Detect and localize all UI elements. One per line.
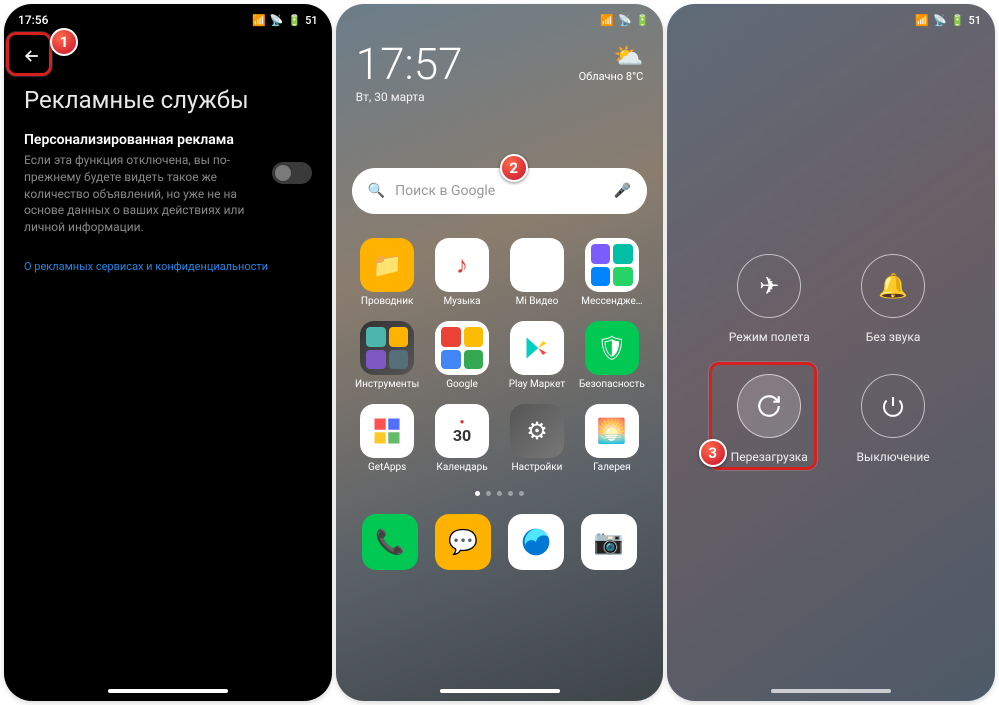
- reboot-button[interactable]: Перезагрузка 3: [731, 374, 808, 464]
- status-icons: 📶 📡 🔋 51: [915, 14, 981, 27]
- personalized-ads-title: Персонализированная реклама: [24, 132, 258, 148]
- google-folder-icon: [435, 321, 489, 375]
- settings-title: Рекламные службы: [4, 86, 332, 132]
- dock: 📞 💬 📷: [336, 504, 664, 592]
- home-date[interactable]: Вт, 30 марта: [356, 90, 463, 104]
- status-time: 17:56: [18, 13, 48, 27]
- tools-folder-icon: [360, 321, 414, 375]
- home-clock[interactable]: 17:57: [356, 42, 463, 86]
- silent-button[interactable]: 🔔 Без звука: [861, 254, 925, 344]
- nav-bar-indicator[interactable]: [108, 689, 228, 693]
- back-button[interactable]: [16, 40, 48, 78]
- security-icon: 🛡: [585, 321, 639, 375]
- app-calendar[interactable]: ●30Календарь: [429, 404, 496, 473]
- nav-bar-indicator[interactable]: [771, 689, 891, 693]
- search-icon: 🔍: [368, 183, 385, 199]
- folder-icon: 📁: [360, 238, 414, 292]
- camera-icon: 📷: [581, 514, 637, 570]
- status-icons: 📶 📡 🔋 51: [252, 14, 318, 27]
- signal-icon: 📶: [915, 14, 929, 27]
- wifi-icon: 📡: [270, 14, 284, 27]
- app-mi-video[interactable]: ▶Mi Видео: [504, 238, 571, 307]
- google-search-bar[interactable]: 🔍 Поиск в Google 🎤: [352, 168, 648, 214]
- app-tools-folder[interactable]: Инструменты: [354, 321, 421, 390]
- battery-text: 51: [969, 14, 982, 27]
- battery-icon: 🔋: [636, 14, 650, 27]
- status-icons: 📶 📡 🔋: [600, 14, 649, 27]
- app-play-store[interactable]: Play Маркет: [504, 321, 571, 390]
- callout-1: 1: [50, 28, 78, 56]
- personalized-ads-row[interactable]: Персонализированная реклама Если эта фун…: [4, 132, 332, 236]
- power-menu-screen: 📶 📡 🔋 51 ✈ Режим полета 🔔 Без звука Пере…: [667, 4, 995, 701]
- status-bar: 📶 📡 🔋 51: [667, 4, 995, 36]
- dock-messages[interactable]: 💬: [435, 514, 491, 570]
- app-grid: 📁Проводник ♪Музыка ▶Mi Видео Мессендже… …: [336, 228, 664, 483]
- music-icon: ♪: [435, 238, 489, 292]
- weather-widget[interactable]: ⛅ Облачно 8°C: [579, 42, 644, 83]
- calendar-icon: ●30: [435, 404, 489, 458]
- getapps-icon: [360, 404, 414, 458]
- clock-weather-row: 17:57 Вт, 30 марта ⛅ Облачно 8°C: [336, 36, 664, 108]
- settings-icon: ⚙: [510, 404, 564, 458]
- phone-icon: 📞: [362, 514, 418, 570]
- settings-screen: 17:56 📶 📡 🔋 51 1 Рекламные службы Персон…: [4, 4, 332, 701]
- gallery-icon: 🌅: [585, 404, 639, 458]
- app-file-manager[interactable]: 📁Проводник: [354, 238, 421, 307]
- callout-2: 2: [500, 154, 528, 182]
- callout-3: 3: [699, 439, 727, 467]
- dock-browser[interactable]: [508, 514, 564, 570]
- voice-search-icon[interactable]: 🎤: [614, 183, 631, 199]
- app-settings[interactable]: ⚙Настройки: [504, 404, 571, 473]
- status-bar: 📶 📡 🔋: [336, 4, 664, 36]
- dock-camera[interactable]: 📷: [581, 514, 637, 570]
- dock-phone[interactable]: 📞: [362, 514, 418, 570]
- messenger-icon: [585, 238, 639, 292]
- browser-icon: [508, 514, 564, 570]
- weather-text: Облачно 8°C: [579, 70, 644, 83]
- nav-bar-indicator[interactable]: [440, 689, 560, 693]
- airplane-icon: ✈: [737, 254, 801, 318]
- app-security[interactable]: 🛡Безопасность: [578, 321, 645, 390]
- signal-icon: 📶: [600, 14, 614, 27]
- app-getapps[interactable]: GetApps: [354, 404, 421, 473]
- app-messenger[interactable]: Мессендже…: [578, 238, 645, 307]
- app-music[interactable]: ♪Музыка: [429, 238, 496, 307]
- battery-text: 51: [305, 14, 318, 27]
- wifi-icon: 📡: [933, 14, 947, 27]
- reboot-icon: [737, 374, 801, 438]
- wifi-icon: 📡: [618, 14, 632, 27]
- power-menu-grid: ✈ Режим полета 🔔 Без звука Перезагрузка …: [667, 254, 995, 464]
- battery-icon: 🔋: [287, 14, 301, 27]
- power-icon: [861, 374, 925, 438]
- video-icon: ▶: [510, 238, 564, 292]
- messages-icon: 💬: [435, 514, 491, 570]
- airplane-mode-button[interactable]: ✈ Режим полета: [729, 254, 810, 344]
- page-indicator[interactable]: [336, 483, 664, 504]
- power-off-button[interactable]: Выключение: [857, 374, 930, 464]
- ad-services-privacy-link[interactable]: О рекламных сервисах и конфиденциальност…: [4, 236, 332, 297]
- app-google-folder[interactable]: Google: [429, 321, 496, 390]
- play-store-icon: [510, 321, 564, 375]
- weather-icon: ⛅: [579, 42, 644, 70]
- personalized-ads-description: Если эта функция отключена, вы по-прежне…: [24, 152, 258, 236]
- search-placeholder: Поиск в Google: [395, 183, 495, 199]
- home-screen: 📶 📡 🔋 17:57 Вт, 30 марта ⛅ Облачно 8°C 2…: [336, 4, 664, 701]
- app-gallery[interactable]: 🌅Галерея: [578, 404, 645, 473]
- personalized-ads-toggle[interactable]: [272, 162, 312, 184]
- battery-icon: 🔋: [951, 14, 965, 27]
- signal-icon: 📶: [252, 14, 266, 27]
- bell-icon: 🔔: [861, 254, 925, 318]
